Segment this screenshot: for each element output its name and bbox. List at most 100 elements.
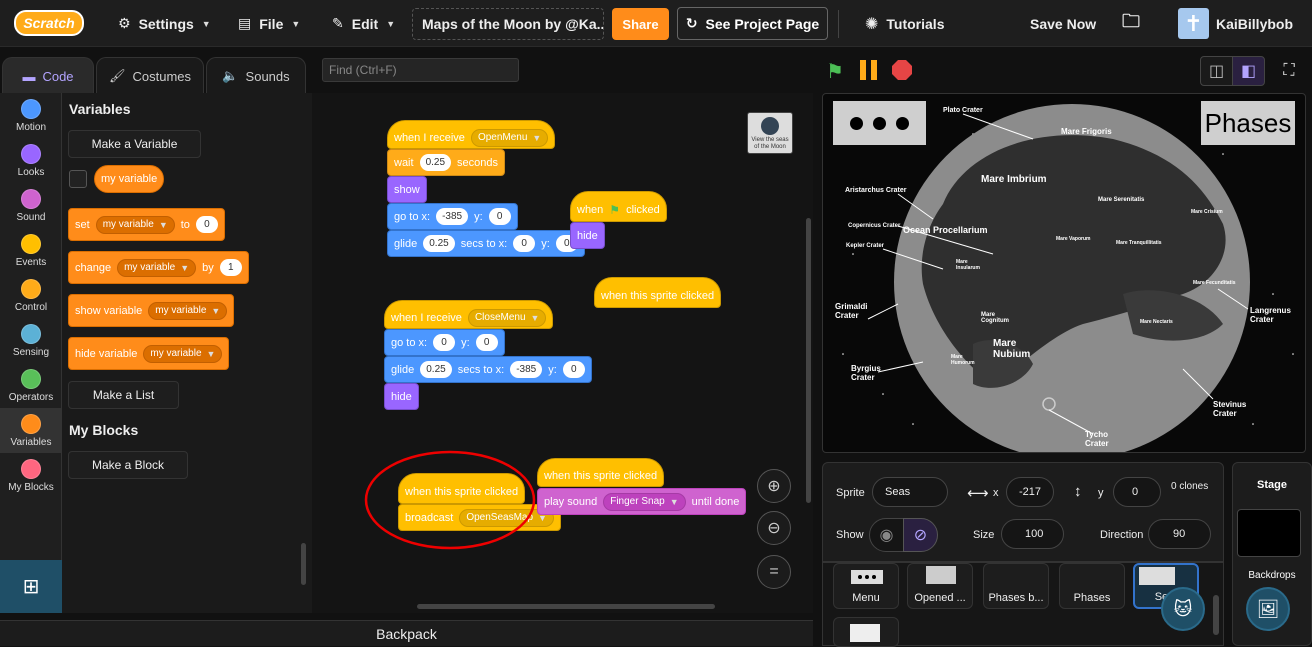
- when-i-receive-block[interactable]: when I receive OpenMenu ▼: [387, 120, 556, 149]
- wait-block[interactable]: wait 0.25 seconds: [387, 149, 506, 176]
- backpack[interactable]: Backpack: [0, 620, 813, 646]
- zoom-in-button[interactable]: ⊕: [757, 469, 791, 503]
- show-sprite-button[interactable]: ◉: [869, 518, 904, 552]
- sprite-name-input[interactable]: Seas: [872, 477, 948, 507]
- change-variable-block[interactable]: change my variable ▼ by 1: [68, 251, 249, 284]
- time-input[interactable]: 0.25: [420, 361, 452, 378]
- variable-dropdown[interactable]: my variable ▼: [117, 258, 197, 277]
- stop-button[interactable]: [892, 60, 912, 80]
- fullscreen-button[interactable]: ⛶: [1274, 56, 1304, 86]
- glide-block[interactable]: glide 0.25 secs to x: -385 y: 0: [384, 356, 592, 383]
- add-extension-button[interactable]: ⊞: [0, 560, 62, 613]
- tab-sounds[interactable]: 🔈 Sounds: [206, 57, 306, 94]
- hide-block[interactable]: hide: [570, 222, 605, 249]
- x-input[interactable]: -217: [1006, 477, 1054, 507]
- category-control[interactable]: Control: [0, 273, 62, 318]
- category-operators[interactable]: Operators: [0, 363, 62, 408]
- message-dropdown[interactable]: OpenMenu ▼: [470, 128, 549, 147]
- horizontal-scrollbar[interactable]: [417, 604, 715, 609]
- x-input[interactable]: -385: [510, 361, 543, 378]
- message-dropdown[interactable]: CloseMenu ▼: [467, 308, 547, 327]
- zoom-reset-button[interactable]: =: [757, 555, 791, 589]
- large-stage-button[interactable]: ◧: [1232, 56, 1265, 86]
- y-input[interactable]: 0: [475, 334, 498, 351]
- project-title-input[interactable]: Maps of the Moon by @Ka...: [412, 8, 604, 40]
- glide-block[interactable]: glide 0.25 secs to x: 0 y: 0: [387, 230, 585, 257]
- my-variable-reporter[interactable]: my variable: [94, 165, 165, 193]
- value-input[interactable]: 0: [195, 216, 218, 233]
- make-block-button[interactable]: Make a Block: [68, 451, 188, 479]
- phases-sprite[interactable]: Phases: [1201, 101, 1295, 145]
- hide-sprite-button[interactable]: ⊘: [903, 518, 938, 552]
- x-input[interactable]: 0: [513, 235, 536, 252]
- variable-dropdown[interactable]: my variable ▼: [148, 301, 228, 320]
- show-block[interactable]: show: [387, 176, 427, 203]
- category-sensing[interactable]: Sensing: [0, 318, 62, 363]
- choose-sprite-button[interactable]: 🐱: [1161, 587, 1205, 631]
- script-area[interactable]: View the seas of the Moon when I receive…: [312, 93, 813, 613]
- category-events[interactable]: Events: [0, 228, 62, 273]
- x-input[interactable]: -385: [436, 208, 469, 225]
- when-i-receive-block[interactable]: when I receive CloseMenu ▼: [384, 300, 554, 329]
- category-motion[interactable]: Motion: [0, 93, 62, 138]
- value-input[interactable]: 1: [219, 259, 242, 276]
- variable-dropdown[interactable]: my variable ▼: [95, 215, 175, 234]
- goto-xy-block[interactable]: go to x: 0 y: 0: [384, 329, 505, 356]
- sprite-list-scrollbar[interactable]: [1213, 595, 1219, 635]
- x-input[interactable]: 0: [433, 334, 456, 351]
- sprite-tile[interactable]: Phases b...: [983, 563, 1049, 609]
- pause-button[interactable]: [860, 60, 880, 80]
- size-input[interactable]: 100: [1001, 519, 1064, 549]
- choose-backdrop-button[interactable]: 🖼: [1246, 587, 1290, 631]
- category-sound[interactable]: Sound: [0, 183, 62, 228]
- sprite-tile[interactable]: Menu: [833, 563, 899, 609]
- category-variables[interactable]: Variables: [0, 408, 62, 453]
- goto-xy-block[interactable]: go to x: -385 y: 0: [387, 203, 518, 230]
- sprite-tile[interactable]: Phases: [1059, 563, 1125, 609]
- find-input[interactable]: Find (Ctrl+F): [322, 58, 519, 82]
- show-variable-block[interactable]: show variable my variable ▼: [68, 294, 235, 327]
- menu-sprite[interactable]: [833, 101, 926, 145]
- when-flag-clicked-block[interactable]: when ⚑ clicked: [570, 191, 667, 222]
- direction-input[interactable]: 90: [1148, 519, 1211, 549]
- time-input[interactable]: 0.25: [423, 235, 455, 252]
- edit-menu[interactable]: ✎ Edit ▼: [332, 0, 395, 47]
- small-stage-button[interactable]: ◫: [1200, 56, 1233, 86]
- play-sound-block[interactable]: play sound Finger Snap ▼ until done: [537, 488, 747, 515]
- username-menu[interactable]: KaiBillybob: [1216, 0, 1293, 47]
- set-variable-block[interactable]: set my variable ▼ to 0: [68, 208, 225, 241]
- variable-checkbox[interactable]: [69, 170, 87, 188]
- y-input[interactable]: 0: [1113, 477, 1161, 507]
- stage-panel[interactable]: Stage Backdrops 🖼: [1232, 462, 1312, 646]
- y-input[interactable]: 0: [562, 361, 585, 378]
- vertical-scrollbar[interactable]: [806, 218, 811, 503]
- when-sprite-clicked-block[interactable]: when this sprite clicked: [537, 458, 665, 487]
- zoom-out-button[interactable]: ⊖: [757, 511, 791, 545]
- sprite-tile[interactable]: [833, 617, 899, 647]
- when-sprite-clicked-block[interactable]: when this sprite clicked: [594, 277, 722, 308]
- see-project-page-button[interactable]: ↻ See Project Page: [677, 7, 828, 40]
- tab-code[interactable]: ▬ Code: [2, 57, 94, 94]
- category-looks[interactable]: Looks: [0, 138, 62, 183]
- tutorials-button[interactable]: ✺ Tutorials: [865, 0, 944, 47]
- sound-dropdown[interactable]: Finger Snap ▼: [603, 492, 686, 511]
- avatar[interactable]: ✝: [1178, 8, 1209, 39]
- save-now-button[interactable]: Save Now: [1030, 0, 1096, 47]
- sprite-tile[interactable]: Opened ...: [907, 563, 973, 609]
- scratch-logo[interactable]: Scratch: [14, 10, 84, 36]
- y-input[interactable]: 0: [488, 208, 511, 225]
- file-menu[interactable]: ▤ File ▼: [238, 0, 300, 47]
- tab-costumes[interactable]: 🖌 Costumes: [96, 57, 204, 94]
- make-list-button[interactable]: Make a List: [68, 381, 179, 409]
- hide-variable-block[interactable]: hide variable my variable ▼: [68, 337, 230, 370]
- variable-dropdown[interactable]: my variable ▼: [143, 344, 223, 363]
- make-variable-button[interactable]: Make a Variable: [68, 130, 201, 158]
- green-flag-icon[interactable]: ⚑: [826, 59, 844, 84]
- category-my-blocks[interactable]: My Blocks: [0, 453, 62, 498]
- palette-scrollbar[interactable]: [301, 543, 306, 585]
- folder-icon[interactable]: 🗀: [1122, 0, 1140, 47]
- share-button[interactable]: Share: [612, 8, 669, 40]
- stage[interactable]: Phases Plato Crater Mare Frigoris Mare I…: [822, 93, 1306, 453]
- wait-input[interactable]: 0.25: [419, 154, 452, 171]
- hide-block[interactable]: hide: [384, 383, 419, 410]
